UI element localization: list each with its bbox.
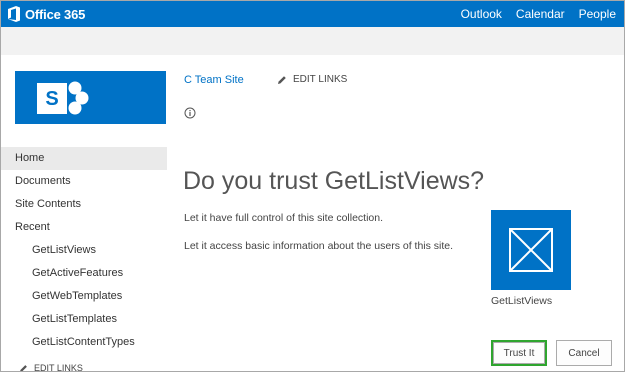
- edit-links-top[interactable]: EDIT LINKS: [277, 74, 347, 85]
- edit-links-nav-label: EDIT LINKS: [34, 363, 83, 372]
- nav-recent-item[interactable]: GetListViews: [1, 239, 167, 262]
- permission-text: Let it access basic information about th…: [184, 240, 454, 252]
- suite-links: Outlook Calendar People: [447, 1, 616, 27]
- office365-brand[interactable]: Office 365: [7, 5, 85, 23]
- site-logo[interactable]: S: [15, 71, 166, 124]
- trust-it-button[interactable]: Trust It: [491, 340, 547, 366]
- edit-links-nav[interactable]: EDIT LINKS: [19, 363, 83, 372]
- brand-text: Office 365: [25, 6, 86, 22]
- info-icon[interactable]: [184, 107, 196, 119]
- suite-link-people[interactable]: People: [579, 7, 616, 21]
- ribbon-bar: [1, 27, 624, 55]
- page-frame: Office 365 Outlook Calendar People S C T…: [0, 0, 625, 372]
- app-icon-tile: [491, 210, 571, 290]
- svg-text:S: S: [45, 88, 58, 110]
- pencil-icon: [20, 364, 27, 371]
- trust-heading: Do you trust GetListViews?: [183, 167, 485, 195]
- suite-bar: Office 365 Outlook Calendar People: [1, 1, 624, 27]
- office-logo-icon: [8, 6, 20, 22]
- permission-text: Let it have full control of this site co…: [184, 212, 384, 224]
- nav-recent-item[interactable]: GetActiveFeatures: [1, 262, 167, 285]
- cancel-button[interactable]: Cancel: [556, 340, 612, 366]
- app-name: GetListViews: [491, 295, 553, 307]
- pencil-icon: [278, 75, 286, 84]
- sharepoint-logo-icon: S: [37, 81, 89, 115]
- nav-item-documents[interactable]: Documents: [1, 170, 167, 193]
- suite-link-calendar[interactable]: Calendar: [516, 7, 565, 21]
- app-placeholder-icon: [509, 228, 553, 272]
- suite-link-outlook[interactable]: Outlook: [461, 7, 502, 21]
- nav-recent-item[interactable]: GetListContentTypes: [1, 331, 167, 354]
- left-nav: Home Documents Site Contents Recent GetL…: [1, 147, 167, 354]
- edit-links-top-label: EDIT LINKS: [293, 74, 348, 85]
- nav-recent-item[interactable]: GetListTemplates: [1, 308, 167, 331]
- nav-item-site-contents[interactable]: Site Contents: [1, 193, 167, 216]
- nav-item-home[interactable]: Home: [1, 147, 167, 170]
- nav-heading-recent: Recent: [15, 221, 50, 233]
- nav-recent-item[interactable]: GetWebTemplates: [1, 285, 167, 308]
- site-title-link[interactable]: C Team Site: [184, 74, 244, 86]
